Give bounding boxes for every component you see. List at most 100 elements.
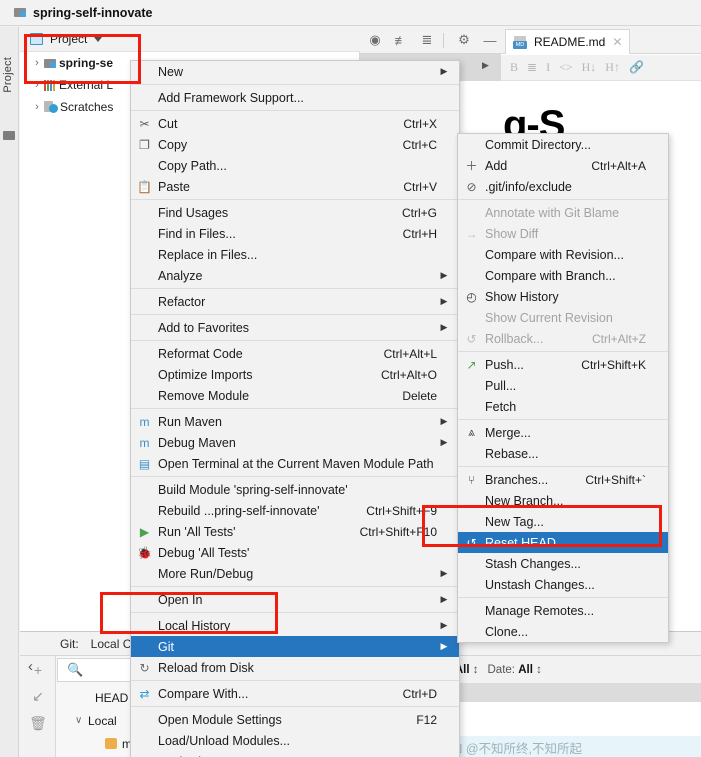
menu-item-label: Cut <box>158 116 178 131</box>
expand-arrow-icon[interactable]: › <box>30 101 44 113</box>
filter-date[interactable]: Date: All ↕ <box>488 664 542 676</box>
git-submenu-item-rebase[interactable]: Rebase... <box>458 443 668 464</box>
window-title-bar: spring-self-innovate <box>0 0 701 26</box>
menu-item-label: Add <box>485 158 508 173</box>
git-submenu-item-show-current-revision: Show Current Revision <box>458 307 668 328</box>
project-context-menu-item-run-all-tests[interactable]: ▶ Run 'All Tests' Ctrl+Shift+F10 <box>131 521 459 542</box>
project-context-menu-item-open-terminal-at-the-current-maven-module-path[interactable]: ▤ Open Terminal at the Current Maven Modu… <box>131 453 459 474</box>
project-context-menu-item-rebuild-pring-self-innovate[interactable]: Rebuild ...pring-self-innovate' Ctrl+Shif… <box>131 500 459 521</box>
project-context-menu-item-find-usages[interactable]: Find Usages Ctrl+G <box>131 202 459 223</box>
menu-item-label: Rebuild ...pring-self-innovate' <box>158 503 320 518</box>
italic-icon[interactable]: I <box>546 60 550 75</box>
editor-tab-label: README.md <box>534 35 606 49</box>
git-submenu-item-merge[interactable]: ⩓ Merge... <box>458 422 668 443</box>
project-context-menu-item-add-framework-support[interactable]: Add Framework Support... <box>131 87 459 108</box>
bold-icon[interactable]: B <box>510 60 518 75</box>
maven-debug-icon: m <box>139 435 150 450</box>
project-context-menu-item-build-module-spring-self-innovate[interactable]: Build Module 'spring-self-innovate' <box>131 479 459 500</box>
project-context-menu-item-replace-in-files[interactable]: Replace in Files... <box>131 244 459 265</box>
project-context-menu-item-reload-from-disk[interactable]: ↻ Reload from Disk <box>131 657 459 678</box>
project-context-menu-item-optimize-imports[interactable]: Optimize Imports Ctrl+Alt+O <box>131 364 459 385</box>
project-context-menu-item-cut[interactable]: ✂ Cut Ctrl+X <box>131 113 459 134</box>
git-submenu-item-show-history[interactable]: ◴ Show History <box>458 286 668 307</box>
git-submenu-item-branches[interactable]: ⑂ Branches... Ctrl+Shift+` <box>458 469 668 490</box>
git-submenu-item-push[interactable]: ↗ Push... Ctrl+Shift+K <box>458 354 668 375</box>
git-submenu-item-fetch[interactable]: Fetch <box>458 396 668 417</box>
menu-item-label: More Run/Debug <box>158 566 254 581</box>
menu-item-label: Show Diff <box>485 226 539 241</box>
menu-item-label: Branches... <box>485 472 549 487</box>
sidebar-tab-project[interactable]: Project <box>2 57 14 93</box>
chevron-down-icon[interactable] <box>94 36 103 42</box>
module-icon <box>14 7 27 18</box>
project-context-menu-item-new[interactable]: New ▶ <box>131 61 459 82</box>
project-context-menu-item-open-module-settings[interactable]: Open Module Settings F12 <box>131 709 459 730</box>
chevron-down-icon[interactable]: ∨ <box>75 715 88 726</box>
heading-down-icon[interactable]: H↓ <box>582 60 597 75</box>
project-context-menu-item-reformat-code[interactable]: Reformat Code Ctrl+Alt+L <box>131 343 459 364</box>
submenu-arrow-icon: ▶ <box>440 594 448 604</box>
git-submenu-item-git-info-exclude[interactable]: ⊘ .git/info/exclude <box>458 176 668 197</box>
project-context-menu-item-load-unload-modules[interactable]: Load/Unload Modules... <box>131 730 459 751</box>
project-context-menu-item-run-maven[interactable]: m Run Maven ▶ <box>131 411 459 432</box>
project-context-menu-item-debug-all-tests[interactable]: 🐞 Debug 'All Tests' <box>131 542 459 563</box>
menu-item-label: Debug Maven <box>158 435 236 450</box>
project-context-menu-item-remove-module[interactable]: Remove Module Delete <box>131 385 459 406</box>
editor-tab-readme[interactable]: README.md ✕ <box>505 29 631 54</box>
expand-arrow-icon[interactable]: › <box>30 57 44 69</box>
git-submenu-item-commit-directory[interactable]: Commit Directory... <box>458 134 668 155</box>
git-submenu-item-add[interactable]: ＋ Add Ctrl+Alt+A <box>458 155 668 176</box>
expand-arrow-icon[interactable]: › <box>30 79 44 91</box>
menu-item-label: Add Framework Support... <box>158 90 304 105</box>
menu-item-shortcut: Delete <box>402 388 437 403</box>
menu-item-label: Build Module 'spring-self-innovate' <box>158 482 348 497</box>
menu-item-label: Run Maven <box>158 414 222 429</box>
link-icon[interactable]: 🔗 <box>629 60 644 75</box>
strikethrough-icon[interactable]: ≣ <box>527 60 537 75</box>
menu-item-shortcut: Ctrl+Shift+` <box>585 472 646 487</box>
add-icon[interactable]: + <box>20 656 56 683</box>
git-submenu-item-compare-with-branch[interactable]: Compare with Branch... <box>458 265 668 286</box>
project-context-menu-item-analyze[interactable]: Analyze ▶ <box>131 265 459 286</box>
project-context-menu-item-debug-maven[interactable]: m Debug Maven ▶ <box>131 432 459 453</box>
folder-icon[interactable] <box>3 131 15 140</box>
project-context-menu-item-refactor[interactable]: Refactor ▶ <box>131 291 459 312</box>
menu-item-label: .git/info/exclude <box>485 179 572 194</box>
project-context-menu-item-more-run-debug[interactable]: More Run/Debug ▶ <box>131 563 459 584</box>
project-context-menu-item-copy-path[interactable]: Copy Path... <box>131 155 459 176</box>
project-context-menu-item-copy[interactable]: ❐ Copy Ctrl+C <box>131 134 459 155</box>
menu-separator <box>458 199 668 200</box>
git-submenu-item-reset-head[interactable]: ↺ Reset HEAD... <box>458 532 668 553</box>
tree-node-label: spring-se <box>59 56 114 70</box>
menu-item-label: Load/Unload Modules... <box>158 733 291 748</box>
git-submenu-item-manage-remotes[interactable]: Manage Remotes... <box>458 600 668 621</box>
menu-item-label: New <box>158 64 184 79</box>
checkout-icon[interactable]: ↙ <box>20 683 56 710</box>
project-context-menu-item-compare-with[interactable]: ⇄ Compare With... Ctrl+D <box>131 683 459 704</box>
git-submenu-item-new-tag[interactable]: New Tag... <box>458 511 668 532</box>
chevron-left-icon[interactable]: ‹ <box>28 658 33 675</box>
left-tool-strip: Project <box>0 27 19 757</box>
git-submenu-item-stash-changes[interactable]: Stash Changes... <box>458 553 668 574</box>
close-icon[interactable]: ✕ <box>612 35 622 49</box>
git-submenu-item-pull[interactable]: Pull... <box>458 375 668 396</box>
heading-up-icon[interactable]: H↑ <box>605 60 620 75</box>
project-context-menu-item-open-in[interactable]: Open In ▶ <box>131 589 459 610</box>
project-context-menu-item-local-history[interactable]: Local History ▶ <box>131 615 459 636</box>
git-submenu-item-clone[interactable]: Clone... <box>458 621 668 642</box>
git-submenu[interactable]: Commit Directory... ＋ Add Ctrl+Alt+A ⊘ .git/i… <box>457 133 669 643</box>
project-context-menu[interactable]: New ▶ Add Framework Support... ✂ Cut Ctrl+X ❐ C… <box>130 60 460 757</box>
code-icon[interactable]: <> <box>559 60 573 75</box>
project-panel-header[interactable]: Project <box>20 27 360 52</box>
delete-icon[interactable]: 🗑 <box>20 710 56 737</box>
project-context-menu-item-find-in-files[interactable]: Find in Files... Ctrl+H <box>131 223 459 244</box>
project-context-menu-item-add-to-favorites[interactable]: Add to Favorites ▶ <box>131 317 459 338</box>
git-submenu-item-compare-with-revision[interactable]: Compare with Revision... <box>458 244 668 265</box>
menu-item-label: Refactor <box>158 294 206 309</box>
git-submenu-item-new-branch[interactable]: New Branch... <box>458 490 668 511</box>
project-context-menu-item-mark-directory-as[interactable]: Mark Directory as▶ <box>131 751 459 757</box>
git-submenu-item-unstash-changes[interactable]: Unstash Changes... <box>458 574 668 595</box>
project-context-menu-item-paste[interactable]: 📋 Paste Ctrl+V <box>131 176 459 197</box>
project-context-menu-item-git[interactable]: Git ▶ <box>131 636 459 657</box>
reload-icon: ↻ <box>139 660 150 675</box>
